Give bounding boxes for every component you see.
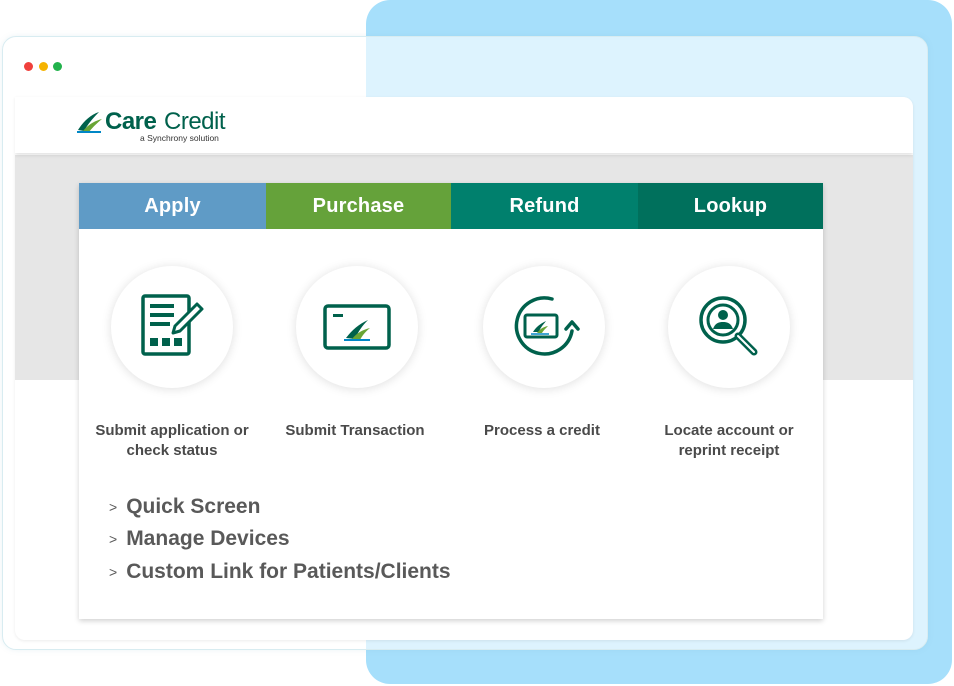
quick-screen-label: Quick Screen <box>126 495 261 518</box>
tab-lookup[interactable]: Lookup <box>638 183 823 229</box>
custom-link-label: Custom Link for Patients/Clients <box>126 560 451 583</box>
maximize-dot-icon[interactable] <box>53 62 62 71</box>
site-header: Care Credit a Synchrony solution <box>15 97 913 153</box>
account-search-icon <box>699 296 758 356</box>
credit-card-icon <box>323 304 391 350</box>
quick-screen-link[interactable]: > Quick Screen <box>109 495 260 519</box>
minimize-dot-icon[interactable] <box>39 62 48 71</box>
tab-apply[interactable]: Apply <box>79 183 266 229</box>
refund-action-circle[interactable] <box>483 266 605 388</box>
custom-link-link[interactable]: > Custom Link for Patients/Clients <box>109 560 451 584</box>
lookup-action-circle[interactable] <box>668 266 790 388</box>
tab-apply-label: Apply <box>144 194 201 217</box>
tab-purchase-label: Purchase <box>312 194 405 217</box>
apply-action-circle[interactable] <box>111 266 233 388</box>
tab-refund[interactable]: Refund <box>451 183 638 229</box>
card-refund-icon <box>514 296 580 356</box>
apply-action-caption: Submit application or check status <box>95 422 249 459</box>
purchase-action-circle[interactable] <box>296 266 418 388</box>
carecredit-logo[interactable]: Care Credit a Synchrony solution <box>77 108 247 144</box>
tab-purchase[interactable]: Purchase <box>266 183 451 229</box>
chevron-right-icon: > <box>109 499 118 515</box>
manage-devices-label: Manage Devices <box>126 527 290 550</box>
merchant-actions-card: Apply Purchase Refund Lookup Submit appl… <box>79 183 823 619</box>
lookup-action-caption: Locate account or reprint receipt <box>664 422 794 459</box>
chevron-right-icon: > <box>109 531 118 547</box>
tab-lookup-label: Lookup <box>693 194 768 217</box>
refund-action-caption: Process a credit <box>484 422 600 439</box>
manage-devices-link[interactable]: > Manage Devices <box>109 527 290 551</box>
logo-text-credit: Credit <box>164 108 226 135</box>
carecredit-leaf-icon <box>77 112 102 133</box>
close-dot-icon[interactable] <box>24 62 33 71</box>
tab-refund-label: Refund <box>509 194 580 217</box>
application-form-icon <box>141 294 204 356</box>
purchase-action-caption: Submit Transaction <box>285 422 425 439</box>
logo-tagline: a Synchrony solution <box>140 133 219 143</box>
logo-text-care: Care <box>105 108 157 135</box>
chevron-right-icon: > <box>109 564 118 580</box>
